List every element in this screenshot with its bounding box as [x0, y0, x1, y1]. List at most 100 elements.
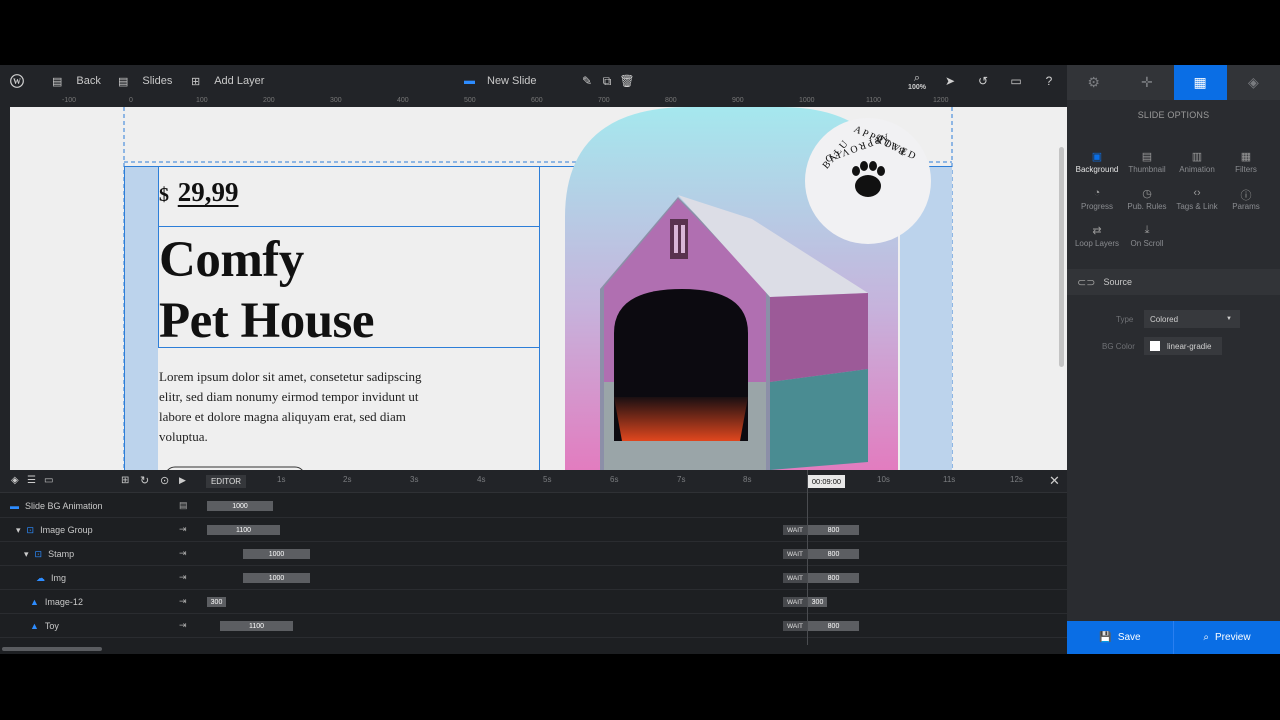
price[interactable]: $ 29,99 [159, 177, 239, 208]
timeline-layer-label[interactable]: ▲ Image-12 [30, 590, 83, 614]
animation-in-bar[interactable]: 1000 [207, 501, 273, 511]
slide-options-icon[interactable]: ▦ [1173, 65, 1227, 100]
timeline-scrollbar[interactable] [0, 645, 1067, 654]
animation-in-bar[interactable]: 300 [207, 597, 226, 607]
save-button[interactable]: 💾 Save [1067, 621, 1173, 654]
target-icon[interactable]: ✛ [1120, 65, 1173, 100]
option-loop-layers[interactable]: ⇄ Loop Layers [1072, 224, 1122, 248]
playhead-line[interactable] [807, 470, 808, 645]
duplicate-icon[interactable]: ⧉ [599, 73, 615, 89]
svg-text:W: W [13, 77, 21, 86]
align-end-icon[interactable]: ⇥ [179, 524, 187, 535]
timeline-layer-label[interactable]: ▾ ⊡ Stamp [24, 542, 74, 566]
timeline-layer-label[interactable]: ▾ ⊡ Image Group [16, 518, 93, 542]
save-label: Save [1117, 632, 1141, 643]
option-background[interactable]: ▣ Background [1072, 150, 1122, 174]
color-swatch[interactable] [1150, 341, 1160, 351]
timeline-layer-label[interactable]: ☁ Img [36, 566, 66, 590]
timer-icon[interactable]: ⊙ [160, 474, 169, 487]
preview-button[interactable]: ⌕ Preview [1173, 621, 1280, 654]
slides-button[interactable]: ▤ Slides [118, 65, 172, 97]
back-button[interactable]: ▤ Back [52, 65, 101, 97]
source-section[interactable]: ⊂⊃ Source [1067, 269, 1280, 295]
wait-marker[interactable]: WAIT [783, 525, 807, 535]
animation-out-bar[interactable]: 800 [808, 549, 859, 559]
thumbnail-icon: ▤ [1141, 151, 1153, 163]
close-icon[interactable]: ✕ [1049, 473, 1060, 489]
caret-down-icon[interactable]: ▾ [24, 549, 29, 560]
option-label: Background [1075, 165, 1119, 174]
option-pub-rules[interactable]: ◷ Pub. Rules [1122, 187, 1172, 211]
option-animation[interactable]: ▥ Animation [1172, 150, 1222, 174]
wait-marker[interactable]: WAIT [783, 597, 807, 607]
add-layer-button[interactable]: ⊞ Add Layer [191, 65, 264, 97]
timeline-layer-label[interactable]: ▲ Toy [30, 614, 59, 638]
editor-tab[interactable]: EDITOR [206, 475, 246, 488]
align-end-icon[interactable]: ⇥ [179, 596, 187, 607]
bg-icon[interactable]: ▤ [179, 500, 188, 511]
slides-icon: ▤ [118, 75, 129, 88]
slide-selector[interactable]: ▬ New Slide [464, 65, 537, 97]
folder-icon[interactable]: ▭ [44, 475, 53, 486]
animation-out-bar[interactable]: 300 [808, 597, 827, 607]
timeline-row[interactable]: ▾ ⊡ Image Group ⇥ 1100 WAIT 800 [0, 518, 1067, 542]
wait-marker[interactable]: WAIT [783, 621, 807, 631]
canvas-scroll-thumb[interactable] [1059, 147, 1064, 367]
edit-icon[interactable]: ✎ [579, 73, 595, 89]
option-params[interactable]: ⓘ Params [1221, 187, 1271, 211]
option-on-scroll[interactable]: ⤓ On Scroll [1122, 224, 1172, 248]
canvas-scrollbar[interactable] [1057, 107, 1067, 470]
help-icon[interactable]: ? [1041, 73, 1057, 89]
layer-type-icon: ⊡ [26, 524, 35, 535]
option-tags-link[interactable]: ‹› Tags & Link [1172, 187, 1222, 211]
wait-marker[interactable]: WAIT [783, 573, 807, 583]
caret-down-icon[interactable]: ▾ [16, 525, 21, 536]
bgcolor-field[interactable]: linear-gradie [1144, 337, 1222, 355]
timeline-header: ◈ ☰ ▭ ⊞ ↻ ⊙ ▶ EDITOR 1s 2s 3s 4s 5s 6s 7s 8s 10s… [0, 470, 1067, 493]
animation-out-bar[interactable]: 800 [808, 573, 859, 583]
animation-in-bar[interactable]: 1100 [220, 621, 293, 631]
layer-name: Img [51, 573, 67, 583]
timeline-layer-label[interactable]: ▬ Slide BG Animation [10, 494, 103, 518]
type-select[interactable]: Colored ▼ [1144, 310, 1240, 328]
animation-out-bar[interactable]: 800 [808, 525, 859, 535]
grid-icon[interactable]: ⊞ [121, 475, 129, 486]
ruler-tick-label: 1000 [799, 97, 815, 104]
option-progress[interactable]: ◔ Progress [1072, 187, 1122, 211]
layers-toggle-icon[interactable]: ◈ [11, 475, 19, 486]
slide-canvas[interactable]: APPROVED BALU BALU APPROVED $ 29,99 Comf… [10, 107, 1057, 470]
desktop-view-icon[interactable]: ▭ [1008, 73, 1024, 89]
gear-icon[interactable]: ⚙ [1067, 65, 1120, 100]
delete-icon[interactable]: 🗑 [619, 73, 635, 89]
align-end-icon[interactable]: ⇥ [179, 548, 187, 559]
wordpress-logo-button[interactable]: W [10, 65, 24, 97]
animation-in-bar[interactable]: 1100 [207, 525, 280, 535]
animation-in-bar[interactable]: 1000 [243, 573, 310, 583]
layers-icon[interactable]: ◈ [1227, 65, 1280, 100]
cursor-icon[interactable]: ➤ [942, 73, 958, 89]
slide-name: New Slide [487, 75, 537, 87]
timeline-scroll-thumb[interactable] [2, 647, 102, 651]
align-end-icon[interactable]: ⇥ [179, 572, 187, 583]
wait-marker[interactable]: WAIT [783, 549, 807, 559]
timeline-row[interactable]: ☁ Img ⇥ 1000 WAIT 800 [0, 566, 1067, 590]
clock-icon: ◷ [1142, 188, 1152, 200]
animation-out-bar[interactable]: 800 [808, 621, 859, 631]
timeline-row[interactable]: ▲ Toy ⇥ 1100 WAIT 800 [0, 614, 1067, 638]
search-icon: ⌕ [1203, 632, 1210, 643]
slide-title[interactable]: Comfy Pet House [159, 230, 375, 352]
list-icon[interactable]: ☰ [27, 475, 36, 486]
timeline-row[interactable]: ▬ Slide BG Animation ▤ 1000 [0, 494, 1067, 518]
option-filters[interactable]: ▦ Filters [1221, 150, 1271, 174]
play-icon[interactable]: ▶ [179, 475, 186, 486]
option-thumbnail[interactable]: ▤ Thumbnail [1122, 150, 1172, 174]
timeline-row[interactable]: ▾ ⊡ Stamp ⇥ 1000 WAIT 800 [0, 542, 1067, 566]
align-end-icon[interactable]: ⇥ [179, 620, 187, 631]
rewind-icon[interactable]: ↻ [140, 474, 149, 487]
zoom-control[interactable]: ⌕ 100% [907, 70, 927, 94]
timeline-row[interactable]: ▲ Image-12 ⇥ 300 WAIT 300 [0, 590, 1067, 614]
slide-description[interactable]: Lorem ipsum dolor sit amet, consetetur s… [159, 367, 439, 447]
animation-in-bar[interactable]: 1000 [243, 549, 310, 559]
undo-icon[interactable]: ↺ [975, 73, 991, 89]
current-time[interactable]: 00:09:00 [808, 475, 845, 488]
